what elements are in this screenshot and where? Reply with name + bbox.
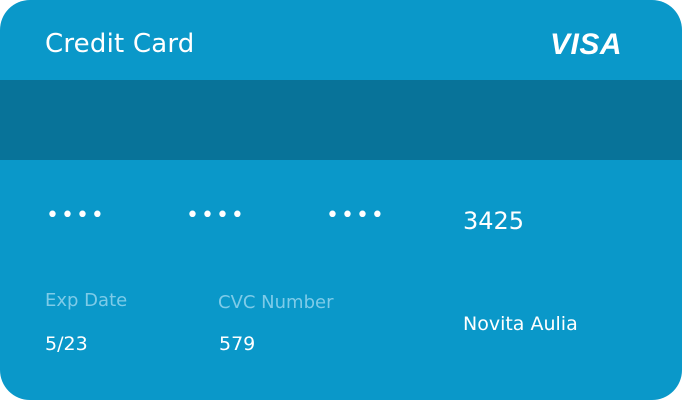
cvc-number-value: 579: [219, 333, 256, 355]
magnetic-stripe: [0, 80, 682, 160]
card-title: Credit Card: [45, 29, 195, 59]
card-number-masked-group-3: ••••: [326, 203, 386, 228]
visa-logo: VISA: [550, 28, 623, 61]
card-number-masked-group-2: ••••: [186, 203, 246, 228]
card-number-last4: 3425: [463, 207, 525, 235]
exp-date-value: 5/23: [45, 333, 88, 355]
cvc-number-label: CVC Number: [218, 292, 334, 313]
cardholder-name: Novita Aulia: [463, 313, 578, 335]
credit-card: Credit Card VISA •••• •••• •••• 3425 Exp…: [0, 0, 682, 400]
card-number-masked-group-1: ••••: [46, 203, 106, 228]
exp-date-label: Exp Date: [45, 290, 128, 311]
